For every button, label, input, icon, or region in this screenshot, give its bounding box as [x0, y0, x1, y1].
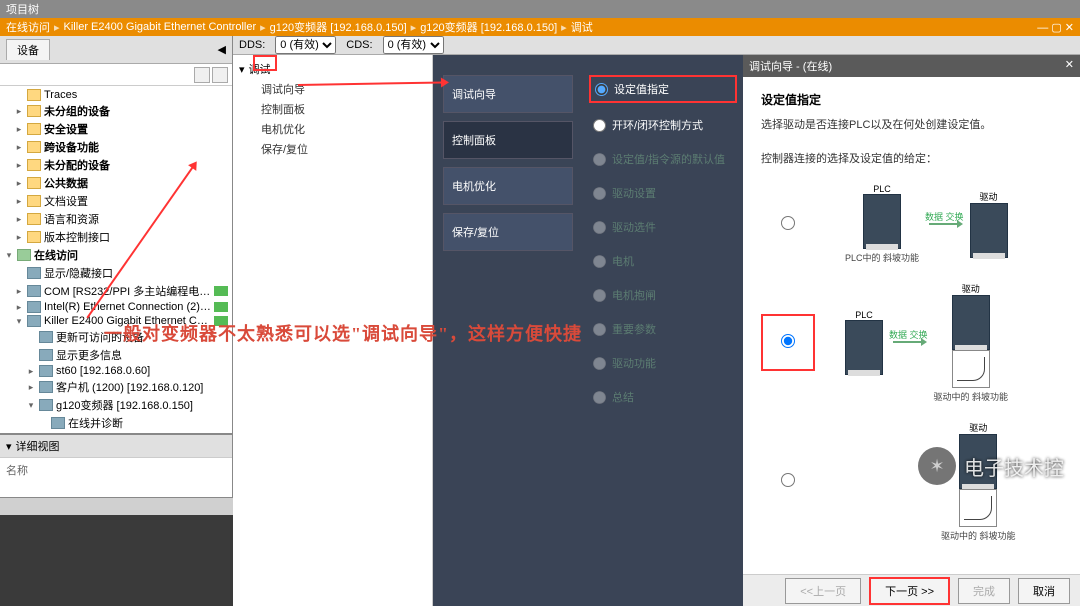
project-tree-panel: 设备 ◀ Traces▸未分组的设备▸安全设置▸跨设备功能▸未分配的设备▸公共数…	[0, 36, 233, 497]
step-btn-save[interactable]: 保存/复位	[443, 213, 573, 251]
choice-row-2[interactable]: PLC 数据 交换 驱动驱动中的 斜坡功能	[761, 282, 1062, 403]
nav-group-label: 调试	[249, 61, 271, 77]
chevron-down-icon: ▾	[239, 63, 245, 76]
detail-body: 名称	[0, 457, 232, 497]
radio-drive-ramp[interactable]	[781, 334, 795, 348]
tree-item[interactable]: ▸语言和资源	[0, 210, 232, 228]
bc-item[interactable]: 调试	[571, 19, 593, 35]
cds-select[interactable]: 0 (有效)	[383, 36, 444, 54]
detail-col-label: 名称	[6, 465, 28, 477]
diagram-2: PLC 数据 交换 驱动驱动中的 斜坡功能	[845, 282, 1008, 403]
chevron-down-icon: ▾	[6, 440, 12, 453]
option-column: 设定值指定开环/闭环控制方式设定值/指令源的默认值驱动设置驱动选件电机电机抱闸重…	[583, 55, 743, 606]
step-btn-control[interactable]: 控制面板	[443, 121, 573, 159]
bc-item[interactable]: g120变频器 [192.168.0.150]	[270, 19, 407, 35]
wechat-icon: ✶	[918, 447, 956, 485]
tree-item[interactable]: Traces	[0, 88, 232, 102]
bc-item[interactable]: g120变频器 [192.168.0.150]	[420, 19, 557, 35]
wizard-step-option[interactable]: 开环/闭环控制方式	[589, 113, 737, 137]
project-tree[interactable]: Traces▸未分组的设备▸安全设置▸跨设备功能▸未分配的设备▸公共数据▸文档设…	[0, 86, 232, 433]
wizard-header: 调试向导 - (在线) ✕	[743, 55, 1080, 77]
wizard-desc2: 控制器连接的选择及设定值的给定：	[761, 150, 1062, 166]
tab-header: 设备 ◀	[0, 36, 232, 64]
radio-no-plc[interactable]	[781, 473, 795, 487]
tree-item[interactable]: 显示更多信息	[0, 346, 232, 364]
watermark: ✶ 电子技术控	[918, 447, 1064, 485]
wizard-step-option: 驱动设置	[589, 181, 737, 205]
tree-toolbar	[0, 64, 232, 86]
tree-item[interactable]: ▸st60 [192.168.0.60]	[0, 364, 232, 378]
tree-item[interactable]: 在线并诊断	[0, 414, 232, 432]
step-btn-wizard[interactable]: 调试向导	[443, 75, 573, 113]
tree-item[interactable]: ▸跨设备功能	[0, 138, 232, 156]
diagram-1: PLCPLC中的 斜坡功能 数据 交换 驱动	[845, 184, 1008, 264]
tree-item[interactable]: ▸客户机 (1200) [192.168.0.120]	[0, 378, 232, 396]
tree-item[interactable]: ▸版本控制接口	[0, 228, 232, 246]
tree-item[interactable]: ▾在线访问	[0, 246, 232, 264]
close-icon[interactable]: ✕	[1065, 58, 1074, 74]
title: 项目树	[6, 1, 39, 17]
annotation-text: 一般对变频器不太熟悉可以选"调试向导"，这样方便快捷	[104, 320, 582, 346]
nav-item[interactable]: 保存/复位	[237, 139, 428, 159]
wizard-step-option: 驱动选件	[589, 215, 737, 239]
nav-group[interactable]: ▾ 调试	[237, 59, 428, 79]
choice-row-1[interactable]: PLCPLC中的 斜坡功能 数据 交换 驱动	[761, 184, 1062, 264]
tree-item[interactable]: ▸文档设置	[0, 192, 232, 210]
tree-item[interactable]: ▸安全设置	[0, 120, 232, 138]
nav-item[interactable]: 电机优化	[237, 119, 428, 139]
wizard-footer: <<上一页 下一页 >> 完成 取消	[743, 574, 1080, 606]
tree-item[interactable]: ▸Intel(R) Ethernet Connection (2) I219-V	[0, 300, 232, 314]
tree-item[interactable]: ▸COM [RS232/PPI 多主站编程电缆]	[0, 282, 232, 300]
bc-prefix: 在线访问	[6, 19, 50, 35]
wizard-body: 设定值指定 选择驱动是否连接PLC以及在何处创建设定值。 控制器连接的选择及设定…	[743, 77, 1080, 574]
wizard-title: 调试向导 - (在线)	[749, 58, 832, 74]
nav-item[interactable]: 控制面板	[237, 99, 428, 119]
wizard-desc: 选择驱动是否连接PLC以及在何处创建设定值。	[761, 116, 1062, 132]
editor-toolbar: DDS: 0 (有效) CDS: 0 (有效)	[233, 36, 1080, 55]
radio-plc-ramp[interactable]	[781, 216, 795, 230]
step-btn-motor[interactable]: 电机优化	[443, 167, 573, 205]
tree-item[interactable]: ▸未分组的设备	[0, 102, 232, 120]
bc-item[interactable]: Killer E2400 Gigabit Ethernet Controller	[64, 21, 257, 33]
cancel-button[interactable]: 取消	[1018, 578, 1070, 604]
finish-button[interactable]: 完成	[958, 578, 1010, 604]
editor-panel: DDS: 0 (有效) CDS: 0 (有效) ▾ 调试 调试向导 控制面板 电…	[233, 36, 1080, 497]
wizard-step-option: 总结	[589, 385, 737, 409]
wizard-step-option: 电机	[589, 249, 737, 273]
wizard-heading: 设定值指定	[761, 91, 1062, 108]
tree-item[interactable]: ▾g120变频器 [192.168.0.150]	[0, 396, 232, 414]
watermark-text: 电子技术控	[964, 452, 1064, 481]
cds-label: CDS:	[346, 39, 372, 51]
detail-header[interactable]: ▾ 详细视图	[0, 435, 232, 457]
wizard-step-option: 驱动功能	[589, 351, 737, 375]
toolbar-btn[interactable]	[194, 67, 210, 83]
wizard-panel: 调试向导 - (在线) ✕ 设定值指定 选择驱动是否连接PLC以及在何处创建设定…	[743, 55, 1080, 606]
dds-label: DDS:	[239, 39, 265, 51]
wizard-step-option: 重要参数	[589, 317, 737, 341]
tree-item[interactable]: ▸公共数据	[0, 174, 232, 192]
prev-button[interactable]: <<上一页	[785, 578, 861, 604]
collapse-icon[interactable]: ◀	[218, 43, 226, 56]
breadcrumb: 在线访问 ▸ Killer E2400 Gigabit Ethernet Con…	[0, 18, 1080, 36]
toolbar-btn[interactable]	[212, 67, 228, 83]
wizard-step-option[interactable]: 设定值指定	[589, 75, 737, 103]
tab-devices[interactable]: 设备	[6, 39, 50, 60]
next-button[interactable]: 下一页 >>	[869, 577, 950, 605]
window-controls[interactable]: — ▢ ✕	[1037, 21, 1074, 34]
wizard-step-option: 设定值/指令源的默认值	[589, 147, 737, 171]
wizard-step-option: 电机抱闸	[589, 283, 737, 307]
dds-select[interactable]: 0 (有效)	[275, 36, 336, 54]
title-bar: 项目树	[0, 0, 1080, 18]
detail-title: 详细视图	[16, 438, 60, 454]
